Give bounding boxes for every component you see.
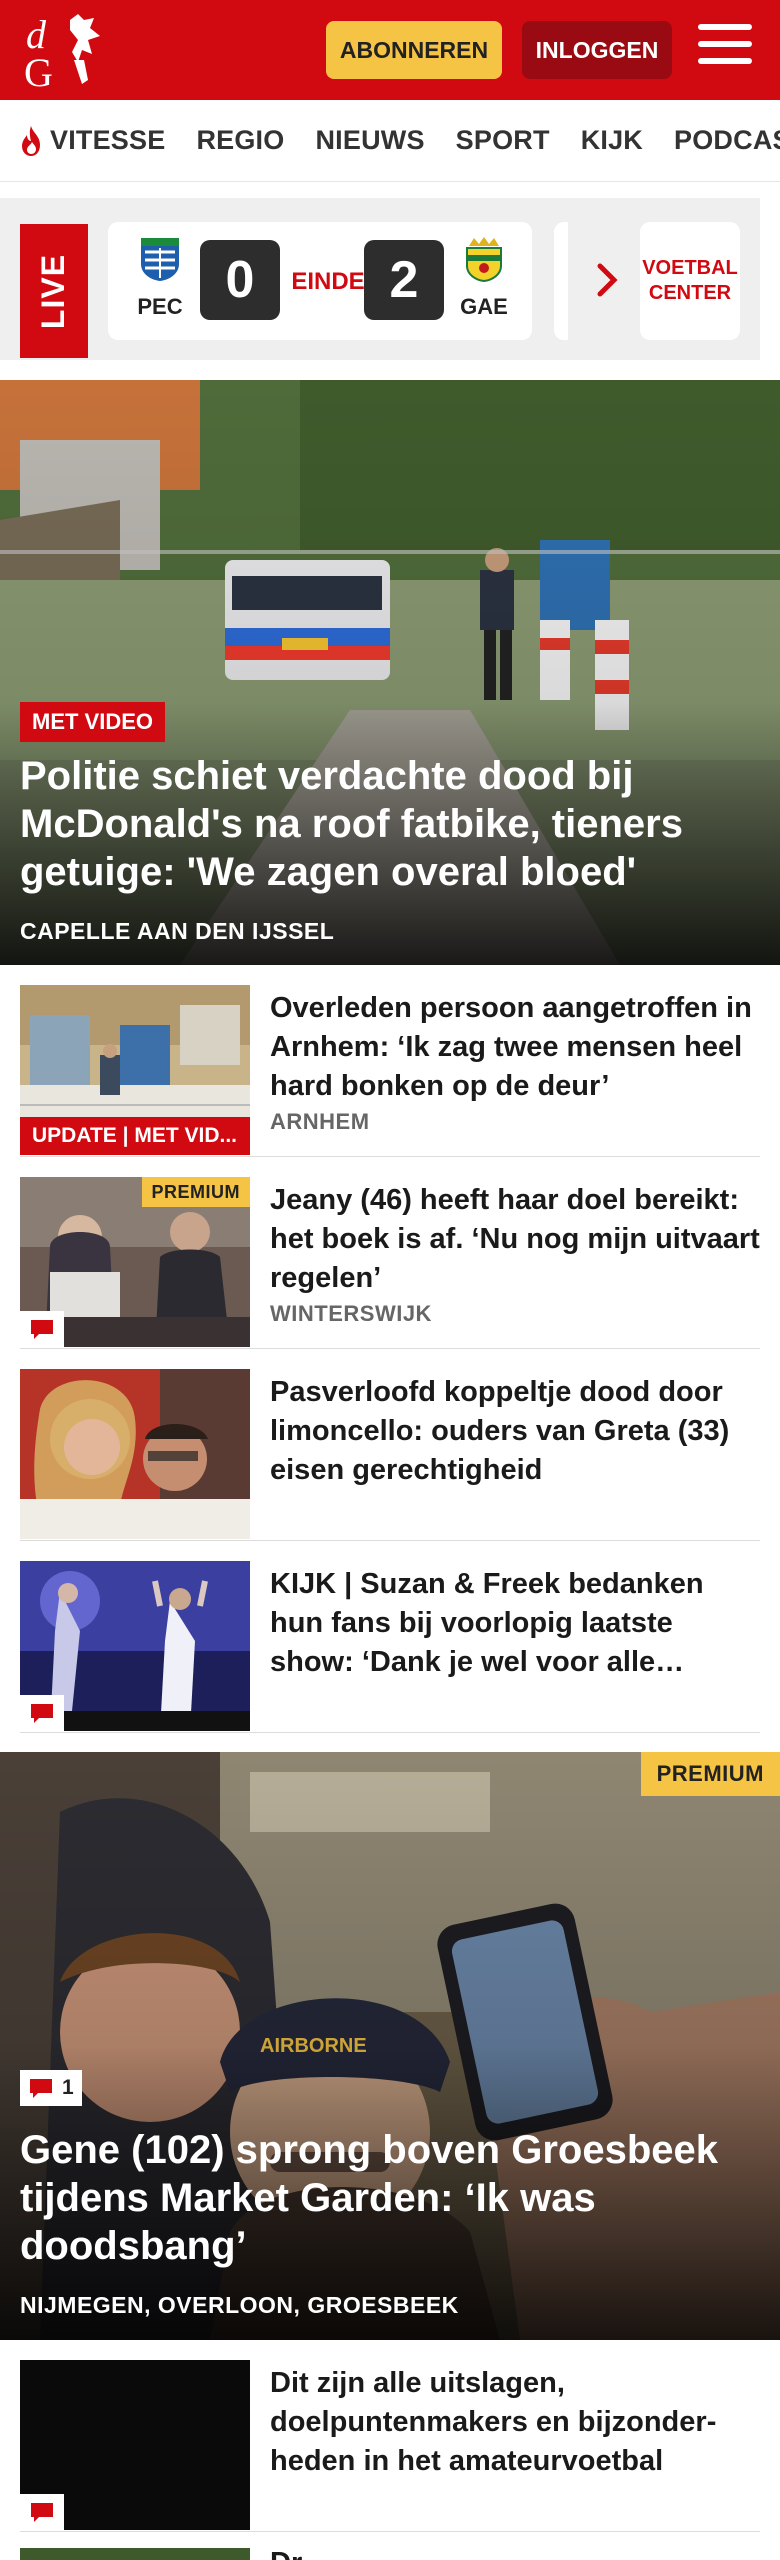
away-team: GAE xyxy=(454,236,514,320)
nav-item-regio[interactable]: REGIO xyxy=(196,125,284,156)
home-team-name: PEC xyxy=(137,294,183,319)
nav-item-vitesse[interactable]: VITESSE xyxy=(18,125,165,157)
next-article-title[interactable]: Dr... xyxy=(270,2544,750,2560)
article-title[interactable]: Pasverloofd koppeltje dood door limoncel… xyxy=(270,1373,760,1490)
chevron-right-icon[interactable] xyxy=(588,260,628,300)
update-video-badge: UPDATE | MET VID... xyxy=(20,1117,250,1155)
nav-item-kijk[interactable]: KIJK xyxy=(581,125,643,156)
nav-item-sport[interactable]: SPORT xyxy=(456,125,550,156)
next-match-card[interactable] xyxy=(554,222,568,340)
list-item[interactable]: KIJK | Suzan & Freek bedanken hun fans b… xyxy=(20,1541,760,1733)
login-button[interactable]: INLOGGEN xyxy=(522,21,672,79)
svg-text:G: G xyxy=(24,50,53,90)
away-score: 2 xyxy=(364,240,444,320)
article-title[interactable]: Dit zijn alle uitslagen, doelpuntenmaker… xyxy=(270,2364,760,2481)
comment-icon xyxy=(30,2079,52,2098)
away-team-name: GAE xyxy=(460,294,508,319)
next-article-thumbnail xyxy=(20,2548,250,2560)
comment-icon[interactable] xyxy=(20,1311,64,1347)
comment-icon[interactable] xyxy=(20,1695,64,1731)
article-thumbnail xyxy=(20,1561,250,1731)
hero-location: CAPELLE AAN DEN IJSSEL xyxy=(20,918,335,944)
voetbal-center-link[interactable]: VOETBAL CENTER xyxy=(640,222,740,340)
hamburger-menu-icon[interactable] xyxy=(698,24,752,72)
pec-crest-icon xyxy=(141,238,179,281)
article-thumbnail xyxy=(20,1369,250,1539)
home-score: 0 xyxy=(200,240,280,320)
featured-title[interactable]: Gene (102) sprong boven Groesbeek tijden… xyxy=(20,2126,740,2270)
article-thumbnail: PREMIUM xyxy=(20,1177,250,1347)
article-title[interactable]: Jeany (46) heeft haar doel bereikt: het … xyxy=(270,1181,760,1298)
article-thumbnail xyxy=(20,2360,250,2530)
hero-title[interactable]: Politie schiet verdachte dood bij McDona… xyxy=(20,752,740,896)
comment-count-value: 1 xyxy=(62,2076,74,2099)
match-status: EINDE xyxy=(291,268,365,295)
featured-premium-article[interactable]: AIRBORNE PREMIUM 1 Gene (102) sprong bov… xyxy=(0,1752,780,2340)
gae-crest-icon xyxy=(466,237,502,283)
match-card[interactable]: PEC 0 EINDE 2 GAE xyxy=(108,222,532,340)
video-badge: MET VIDEO xyxy=(20,702,166,742)
flame-icon xyxy=(22,125,40,156)
site-logo[interactable]: d G xyxy=(22,10,114,90)
nav-item-nieuws[interactable]: NIEUWS xyxy=(315,125,424,156)
article-title[interactable]: Overleden persoon aangetroffen in Arnhem… xyxy=(270,989,760,1106)
main-nav: VITESSE REGIO NIEUWS SPORT KIJK PODCAST xyxy=(0,100,780,182)
premium-badge: PREMIUM xyxy=(141,1177,250,1207)
featured-location: NIJMEGEN, OVERLOON, GROESBEEK xyxy=(20,2292,459,2318)
nav-item-podcast[interactable]: PODCAST xyxy=(674,125,780,156)
subscribe-button[interactable]: ABONNEREN xyxy=(326,21,502,79)
list-item[interactable]: UPDATE | MET VID... Overleden persoon aa… xyxy=(20,965,760,1157)
article-title[interactable]: KIJK | Suzan & Freek bedanken hun fans b… xyxy=(270,1565,760,1682)
comment-icon[interactable] xyxy=(20,2494,64,2530)
article-thumbnail: UPDATE | MET VID... xyxy=(20,985,250,1155)
hero-article[interactable]: MET VIDEO Politie schiet verdachte dood … xyxy=(0,380,780,965)
list-item[interactable]: Dit zijn alle uitslagen, doelpuntenmaker… xyxy=(20,2340,760,2532)
live-label: LIVE xyxy=(20,224,88,358)
article-location: WINTERSWIJK xyxy=(270,1301,432,1326)
comment-count[interactable]: 1 xyxy=(20,2070,82,2106)
premium-badge: PREMIUM xyxy=(640,1752,780,1796)
nav-label: VITESSE xyxy=(50,125,166,155)
list-item[interactable]: Pasverloofd koppeltje dood door limoncel… xyxy=(20,1349,760,1541)
list-item[interactable]: PREMIUM Jeany (46) heeft haar doel berei… xyxy=(20,1157,760,1349)
site-header: d G ABONNEREN INLOGGEN xyxy=(0,0,780,100)
article-location: ARNHEM xyxy=(270,1109,370,1134)
home-team: PEC xyxy=(130,236,190,320)
